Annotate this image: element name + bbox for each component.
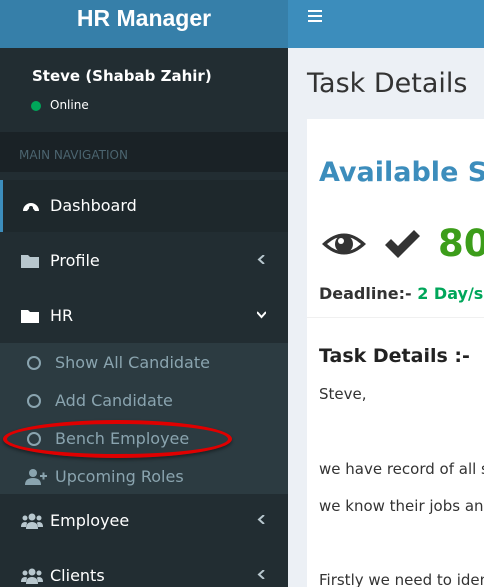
chevron-left-icon <box>257 515 265 524</box>
checkmark-icon[interactable] <box>383 228 421 260</box>
available-status-heading: Available Sta <box>319 157 484 188</box>
folder-open-icon <box>21 310 39 323</box>
top-navbar <box>288 0 484 48</box>
circle-icon <box>27 356 41 370</box>
circle-icon <box>27 394 41 408</box>
user-status: Online <box>31 98 89 112</box>
deadline-label: Deadline:- <box>319 284 412 303</box>
sidebar-toggle-icon[interactable] <box>308 10 322 24</box>
folder-icon <box>21 255 39 268</box>
task-text-line: we know their jobs and <box>319 497 484 515</box>
sidebar: Steve (Shabab Zahir) Online MAIN NAVIGAT… <box>0 48 288 587</box>
chevron-down-icon <box>257 311 266 319</box>
task-box: Available Sta 80 Deadline:- 2 Day/s L Ta… <box>307 119 484 587</box>
users-icon <box>21 513 43 529</box>
deadline-value: 2 Day/s L <box>417 284 484 303</box>
task-text-line: we have record of all st <box>319 460 484 478</box>
sidebar-item-label: HR <box>50 306 74 325</box>
user-plus-icon <box>25 469 47 485</box>
sidebar-item-clients[interactable]: Clients <box>0 550 288 587</box>
submenu-item-show-all-candidate[interactable]: Show All Candidate <box>0 345 288 383</box>
app-brand[interactable]: HR Manager <box>0 0 288 48</box>
highlight-annotation <box>3 420 232 458</box>
page-title: Task Details <box>307 68 468 99</box>
progress-value: 80 <box>438 222 484 265</box>
sidebar-item-profile[interactable]: Profile <box>0 235 288 287</box>
sidebar-item-dashboard[interactable]: Dashboard <box>0 180 288 232</box>
user-status-label: Online <box>50 98 89 112</box>
eye-icon[interactable] <box>321 229 367 259</box>
task-text-line: Firstly we need to ident <box>319 571 484 587</box>
hr-submenu: Show All Candidate Add Candidate Bench E… <box>0 343 288 494</box>
users-icon <box>21 568 43 584</box>
submenu-item-add-candidate[interactable]: Add Candidate <box>0 383 288 421</box>
task-text-line: Steve, <box>319 385 367 403</box>
divider <box>307 317 484 318</box>
deadline: Deadline:- 2 Day/s L <box>319 284 484 303</box>
submenu-item-upcoming-roles[interactable]: Upcoming Roles <box>0 459 288 497</box>
nav-header: MAIN NAVIGATION <box>0 132 288 172</box>
chevron-left-icon <box>257 255 265 264</box>
chevron-left-icon <box>257 570 265 579</box>
sidebar-item-label: Employee <box>50 511 130 530</box>
submenu-item-label: Upcoming Roles <box>55 467 184 486</box>
sidebar-item-label: Dashboard <box>50 196 137 215</box>
sidebar-item-label: Profile <box>50 251 100 270</box>
dashboard-icon <box>23 203 39 211</box>
sidebar-item-hr[interactable]: HR <box>0 290 288 342</box>
online-status-icon <box>31 101 41 111</box>
sidebar-item-label: Clients <box>50 566 105 585</box>
submenu-item-label: Show All Candidate <box>55 353 210 372</box>
user-name: Steve (Shabab Zahir) <box>32 67 212 85</box>
sidebar-item-employee[interactable]: Employee <box>0 495 288 547</box>
submenu-item-label: Add Candidate <box>55 391 173 410</box>
task-details-heading: Task Details :- <box>319 345 470 367</box>
